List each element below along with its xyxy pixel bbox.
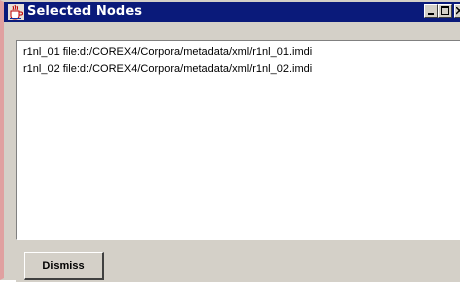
java-coffee-cup-icon[interactable]: [8, 4, 24, 20]
dismiss-button[interactable]: Dismiss: [24, 252, 104, 280]
window-title: Selected Nodes: [27, 4, 143, 19]
list-item[interactable]: r1nl_02 file:d:/COREX4/Corpora/metadata/…: [23, 62, 312, 76]
selected-nodes-list[interactable]: r1nl_01 file:d:/COREX4/Corpora/metadata/…: [16, 40, 460, 240]
list-item[interactable]: r1nl_01 file:d:/COREX4/Corpora/metadata/…: [23, 45, 312, 59]
minimize-icon[interactable]: [424, 4, 438, 18]
title-bar[interactable]: Selected Nodes: [4, 2, 460, 22]
selected-nodes-window: Selected Nodes r1nl_01 file:d:/COREX4/Co…: [0, 0, 460, 282]
close-icon[interactable]: [454, 4, 460, 18]
maximize-icon[interactable]: [438, 4, 452, 18]
button-panel: Dismiss: [16, 242, 460, 282]
